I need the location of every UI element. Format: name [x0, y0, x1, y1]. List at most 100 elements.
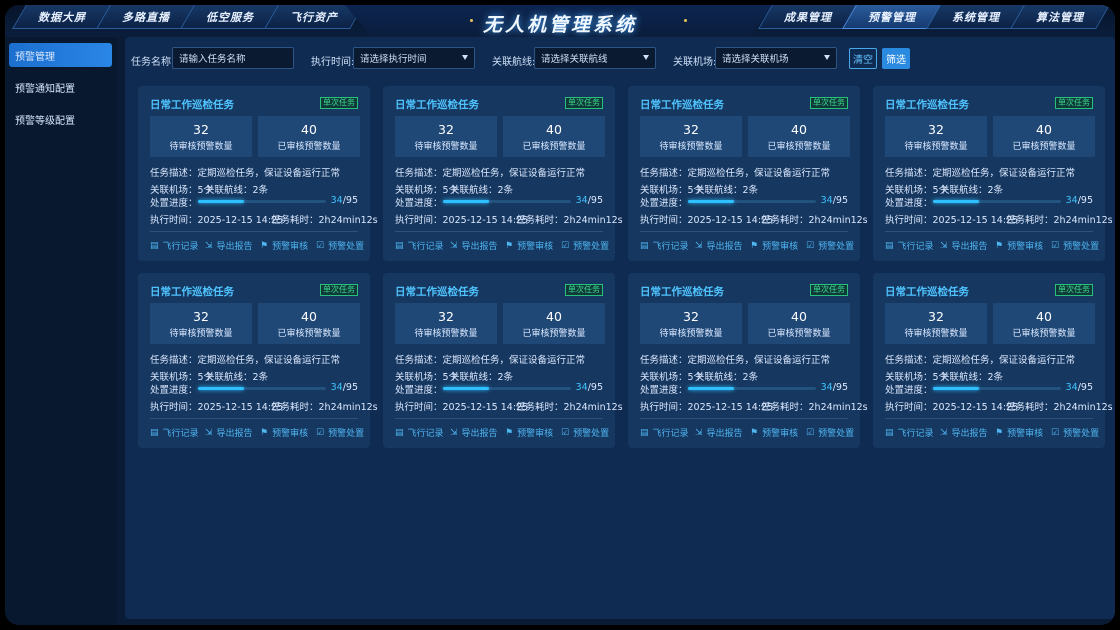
task-duration: 任务耗时：2h24min12s	[271, 212, 378, 226]
flight-record-button[interactable]: ▤ 飞行记录	[150, 426, 199, 440]
desc-value: 定期巡检任务，保证设备运行正常	[442, 168, 586, 179]
export-icon: ⇲	[940, 427, 948, 438]
export-icon: ⇲	[450, 427, 458, 438]
divider	[395, 418, 603, 419]
handle-icon: ☑	[316, 240, 325, 251]
clear-button[interactable]: 清空	[849, 48, 877, 69]
task-description: 任务描述：定期巡检任务，保证设备运行正常	[885, 352, 1075, 366]
airport-select[interactable]: 请选择关联机场	[715, 47, 837, 69]
progress-total: /95	[1077, 382, 1093, 393]
route-count-value: 2条	[497, 185, 514, 196]
export-label: 导出报告	[216, 429, 253, 439]
route-count-label: 关联航线：	[205, 372, 253, 383]
handle-button[interactable]: ☑ 预警处置	[316, 426, 364, 440]
review-button[interactable]: ⚑ 预警审核	[505, 239, 553, 253]
sidebar-item-alert-level[interactable]: 预警等级配置	[9, 107, 112, 131]
export-button[interactable]: ⇲ 导出报告	[205, 426, 253, 440]
reviewed-count: 40	[791, 121, 807, 137]
desc-label: 任务描述：	[885, 168, 933, 179]
nav-item-algorithm[interactable]: 算法管理	[1010, 5, 1110, 29]
sidebar-item-alert-management[interactable]: 预警管理	[9, 43, 112, 67]
flight-record-button[interactable]: ▤ 飞行记录	[395, 426, 444, 440]
route-select[interactable]: 请选择关联航线	[534, 47, 656, 69]
flight-record-button[interactable]: ▤ 飞行记录	[885, 239, 934, 253]
progress-total: /95	[832, 382, 848, 393]
export-button[interactable]: ⇲ 导出报告	[940, 239, 988, 253]
review-button[interactable]: ⚑ 预警审核	[505, 426, 553, 440]
linked-routes: 关联航线：2条	[450, 369, 513, 383]
review-button[interactable]: ⚑ 预警审核	[995, 239, 1043, 253]
progress-value: 34/95	[331, 382, 358, 393]
task-card-title: 日常工作巡检任务	[150, 286, 234, 298]
decor-dot	[684, 19, 687, 22]
progress-label: 处置进度：	[640, 198, 688, 209]
export-label: 导出报告	[461, 429, 498, 439]
duration-value: 2h24min12s	[1053, 402, 1113, 413]
route-count-label: 关联航线：	[205, 185, 253, 196]
export-button[interactable]: ⇲ 导出报告	[695, 239, 743, 253]
reviewed-alert-stat: 40 已审核预警数量	[748, 303, 850, 344]
export-button[interactable]: ⇲ 导出报告	[205, 239, 253, 253]
progress-value: 34/95	[576, 195, 603, 206]
progress-fill	[443, 200, 489, 203]
handle-label: 预警处置	[573, 429, 610, 439]
reviewed-count: 40	[1036, 308, 1052, 324]
reviewed-alert-stat: 40 已审核预警数量	[503, 116, 605, 157]
sidebar-item-alert-notification[interactable]: 预警通知配置	[9, 75, 112, 99]
chevron-down-icon	[462, 55, 468, 60]
review-button[interactable]: ⚑ 预警审核	[260, 426, 308, 440]
handle-label: 预警处置	[573, 242, 610, 252]
progress-current: 34	[1065, 195, 1078, 206]
progress-total: /95	[587, 382, 603, 393]
flight-record-button[interactable]: ▤ 飞行记录	[150, 239, 199, 253]
review-button[interactable]: ⚑ 预警审核	[750, 426, 798, 440]
app-window: 数据大屏 多路直播 低空服务 飞行资产 无人机管理系统 成果管理 预警管理 系统…	[5, 5, 1115, 625]
export-button[interactable]: ⇲ 导出报告	[450, 239, 498, 253]
handle-button[interactable]: ☑ 预警处置	[806, 239, 854, 253]
exec-time-select[interactable]: 请选择执行时间	[353, 47, 475, 69]
review-icon: ⚑	[505, 427, 514, 438]
handle-button[interactable]: ☑ 预警处置	[806, 426, 854, 440]
flight-record-icon: ▤	[885, 427, 894, 438]
handle-button[interactable]: ☑ 预警处置	[1051, 426, 1100, 440]
main-content: 任务名称: 请输入任务名称 执行时间: 请选择执行时间 关联航线: 请选择关联航…	[125, 37, 1115, 619]
route-count-label: 关联航线：	[940, 372, 988, 383]
review-button[interactable]: ⚑ 预警审核	[995, 426, 1043, 440]
task-card-title: 日常工作巡检任务	[885, 99, 969, 111]
duration-value: 2h24min12s	[1053, 215, 1113, 226]
flight-record-button[interactable]: ▤ 飞行记录	[395, 239, 444, 253]
pending-alert-stat: 32 待审核预警数量	[885, 116, 987, 157]
export-button[interactable]: ⇲ 导出报告	[940, 426, 988, 440]
handle-button[interactable]: ☑ 预警处置	[561, 426, 610, 440]
review-icon: ⚑	[505, 240, 514, 251]
progress-current: 34	[330, 195, 343, 206]
flight-record-button[interactable]: ▤ 飞行记录	[885, 426, 934, 440]
progress-total: /95	[1077, 195, 1093, 206]
filter-button[interactable]: 筛选	[882, 48, 910, 69]
review-button[interactable]: ⚑ 预警审核	[750, 239, 798, 253]
flight-record-button[interactable]: ▤ 飞行记录	[640, 239, 689, 253]
duration-label: 任务耗时：	[271, 402, 319, 413]
flight-record-button[interactable]: ▤ 飞行记录	[640, 426, 689, 440]
handle-label: 预警处置	[1063, 429, 1100, 439]
export-button[interactable]: ⇲ 导出报告	[695, 426, 743, 440]
divider	[885, 418, 1093, 419]
task-name-input[interactable]: 请输入任务名称	[172, 47, 294, 69]
exec-time-label: 执行时间：	[150, 402, 198, 413]
exec-time: 执行时间：2025-12-15 14:25	[395, 399, 528, 413]
export-button[interactable]: ⇲ 导出报告	[450, 426, 498, 440]
pending-count: 32	[193, 308, 209, 324]
linked-routes: 关联航线：2条	[205, 182, 268, 196]
exec-time: 执行时间：2025-12-15 14:25	[150, 399, 283, 413]
exec-time-label: 执行时间:	[311, 57, 355, 68]
task-card: 日常工作巡检任务 单次任务 32 待审核预警数量 40 已审核预警数量 任务描述：定期巡检任…	[138, 273, 378, 448]
handle-icon: ☑	[316, 427, 325, 438]
pending-count: 32	[193, 121, 209, 137]
handle-button[interactable]: ☑ 预警处置	[316, 239, 364, 253]
task-type-badge: 单次任务	[810, 97, 848, 109]
review-button[interactable]: ⚑ 预警审核	[260, 239, 308, 253]
export-label: 导出报告	[951, 242, 988, 252]
handle-button[interactable]: ☑ 预警处置	[1051, 239, 1099, 253]
handle-button[interactable]: ☑ 预警处置	[561, 239, 610, 253]
route-count-value: 2条	[252, 185, 269, 196]
